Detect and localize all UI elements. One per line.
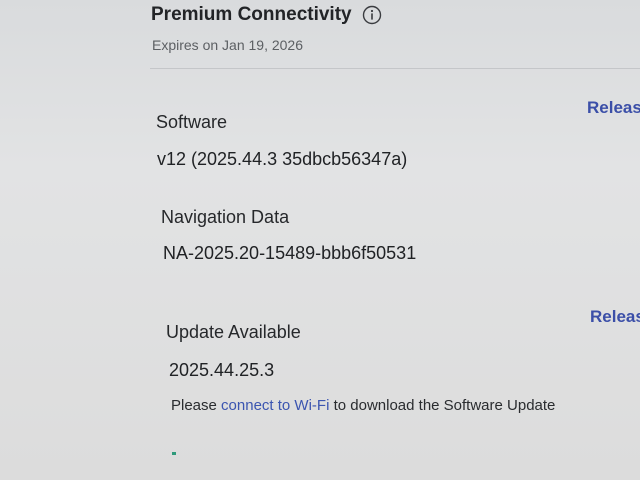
connect-wifi-link[interactable]: connect to Wi-Fi — [221, 397, 329, 414]
software-release-notes-link[interactable]: Releas — [587, 98, 640, 118]
navigation-data-version: NA-2025.20-15489-bbb6f50531 — [163, 243, 417, 263]
update-message: Please connect to Wi-Fi to download the … — [171, 397, 555, 414]
connectivity-title: Premium Connectivity — [151, 4, 352, 25]
connectivity-header: Premium Connectivity — [151, 4, 382, 26]
software-screen: Premium Connectivity Expires on Jan 19, … — [0, 0, 640, 480]
update-message-suffix: to download the Software Update — [329, 397, 556, 414]
section-divider — [150, 68, 640, 69]
update-release-notes-link[interactable]: Releas — [590, 307, 640, 327]
software-label: Software — [156, 112, 228, 132]
download-progress-bar — [172, 452, 176, 455]
update-available-label: Update Available — [166, 322, 301, 342]
navigation-data-label: Navigation Data — [161, 207, 290, 227]
update-version: 2025.44.25.3 — [169, 360, 275, 380]
info-icon[interactable] — [362, 5, 382, 25]
connectivity-expiry: Expires on Jan 19, 2026 — [152, 37, 303, 53]
update-message-prefix: Please — [171, 397, 222, 414]
software-version: v12 (2025.44.3 35dbcb56347a) — [157, 149, 408, 169]
